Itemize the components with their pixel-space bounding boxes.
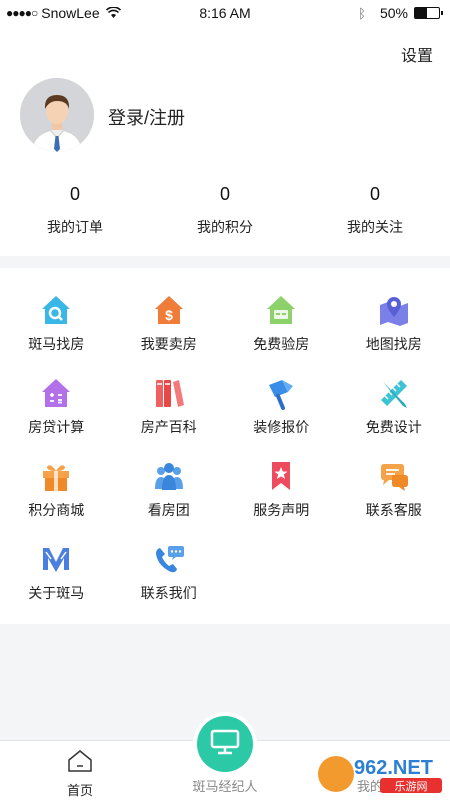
tab-home[interactable]: 首页 (52, 749, 108, 799)
house-search-icon (38, 292, 74, 328)
map-pin-icon (376, 292, 412, 328)
service-label: 免费验房 (253, 336, 310, 352)
service-contact-us[interactable]: 联系我们 (113, 541, 226, 624)
stat-points[interactable]: 0 我的积分 (150, 184, 300, 237)
house-dollar-icon: $ (151, 292, 187, 328)
bluetooth-icon: ᛒ (358, 5, 366, 21)
service-house-tour-group[interactable]: 看房团 (113, 458, 226, 541)
svg-text:乐游网: 乐游网 (395, 780, 428, 793)
status-bar: ●●●●○ SnowLee 8:16 AM ᛒ 50% (0, 0, 450, 28)
stat-label: 我的积分 (197, 219, 253, 235)
gift-icon (38, 458, 74, 494)
monitor-icon (210, 728, 240, 761)
chat-bubbles-icon (376, 458, 412, 494)
service-renovation-quote[interactable]: 装修报价 (225, 375, 338, 458)
svg-text:$: $ (165, 307, 173, 323)
service-label: 地图找房 (365, 336, 422, 352)
battery-group: ᛒ 50% (358, 5, 443, 21)
service-customer-support[interactable]: 联系客服 (338, 458, 450, 541)
settings-button[interactable]: 设置 (401, 42, 433, 66)
service-label: 装修报价 (253, 419, 310, 435)
pencil-ruler-icon (376, 375, 412, 411)
service-property-wiki[interactable]: 房产百科 (113, 375, 226, 458)
watermark-logo: 962.NET 乐游网 (314, 752, 444, 796)
service-label: 斑马找房 (28, 336, 85, 352)
service-label: 关于斑马 (28, 585, 85, 601)
stat-label: 我的关注 (347, 219, 403, 235)
stat-value: 0 (69, 184, 80, 204)
service-grid: 斑马找房 $ 我要卖房 免费验房 地图找房 房贷计算 房产百科 装修报价 免费设… (0, 292, 450, 624)
tab-agent-button[interactable] (197, 716, 253, 772)
service-grid-panel: 斑马找房 $ 我要卖房 免费验房 地图找房 房贷计算 房产百科 装修报价 免费设… (0, 268, 450, 624)
profile-header: 设置 登录/注册 0 我的订单 0 我的积分 0 我的关注 (0, 28, 450, 256)
service-label: 积分商城 (28, 502, 85, 518)
service-label: 房产百科 (140, 419, 197, 435)
stat-value: 0 (219, 184, 230, 204)
stat-label: 我的订单 (47, 219, 103, 235)
service-points-mall[interactable]: 积分商城 (0, 458, 113, 541)
stats-row: 0 我的订单 0 我的积分 0 我的关注 (0, 184, 450, 237)
books-icon (151, 375, 187, 411)
svg-text:962.NET: 962.NET (354, 757, 433, 779)
stat-value: 0 (369, 184, 380, 204)
service-label: 房贷计算 (28, 419, 85, 435)
service-mortgage-calc[interactable]: 房贷计算 (0, 375, 113, 458)
service-sell-house[interactable]: $ 我要卖房 (113, 292, 226, 375)
service-label: 看房团 (147, 502, 190, 518)
house-inspect-icon (263, 292, 299, 328)
service-statement[interactable]: 服务声明 (225, 458, 338, 541)
home-icon (67, 750, 93, 777)
service-zebra-find-house[interactable]: 斑马找房 (0, 292, 113, 375)
service-label: 联系我们 (140, 585, 197, 601)
service-map-find-house[interactable]: 地图找房 (338, 292, 450, 375)
login-register-link[interactable]: 登录/注册 (108, 104, 185, 130)
service-label: 服务声明 (253, 502, 310, 518)
service-about-zebra[interactable]: 关于斑马 (0, 541, 113, 624)
tab-agent-label[interactable]: 斑马经纪人 (175, 776, 275, 795)
battery-icon (414, 7, 443, 19)
service-free-design[interactable]: 免费设计 (338, 375, 450, 458)
stat-orders[interactable]: 0 我的订单 (0, 184, 150, 237)
battery-percent: 50% (379, 5, 408, 21)
service-label: 联系客服 (365, 502, 422, 518)
group-icon (151, 458, 187, 494)
calculator-house-icon (38, 375, 74, 411)
tab-home-label: 首页 (66, 783, 93, 798)
bookmark-star-icon (263, 458, 299, 494)
service-free-inspection[interactable]: 免费验房 (225, 292, 338, 375)
phone-chat-icon (151, 541, 187, 577)
zebra-logo-icon (38, 541, 74, 577)
service-label: 免费设计 (365, 419, 422, 435)
stat-follows[interactable]: 0 我的关注 (300, 184, 450, 237)
service-label: 我要卖房 (140, 336, 197, 352)
avatar[interactable] (20, 78, 94, 152)
paint-roller-icon (263, 375, 299, 411)
